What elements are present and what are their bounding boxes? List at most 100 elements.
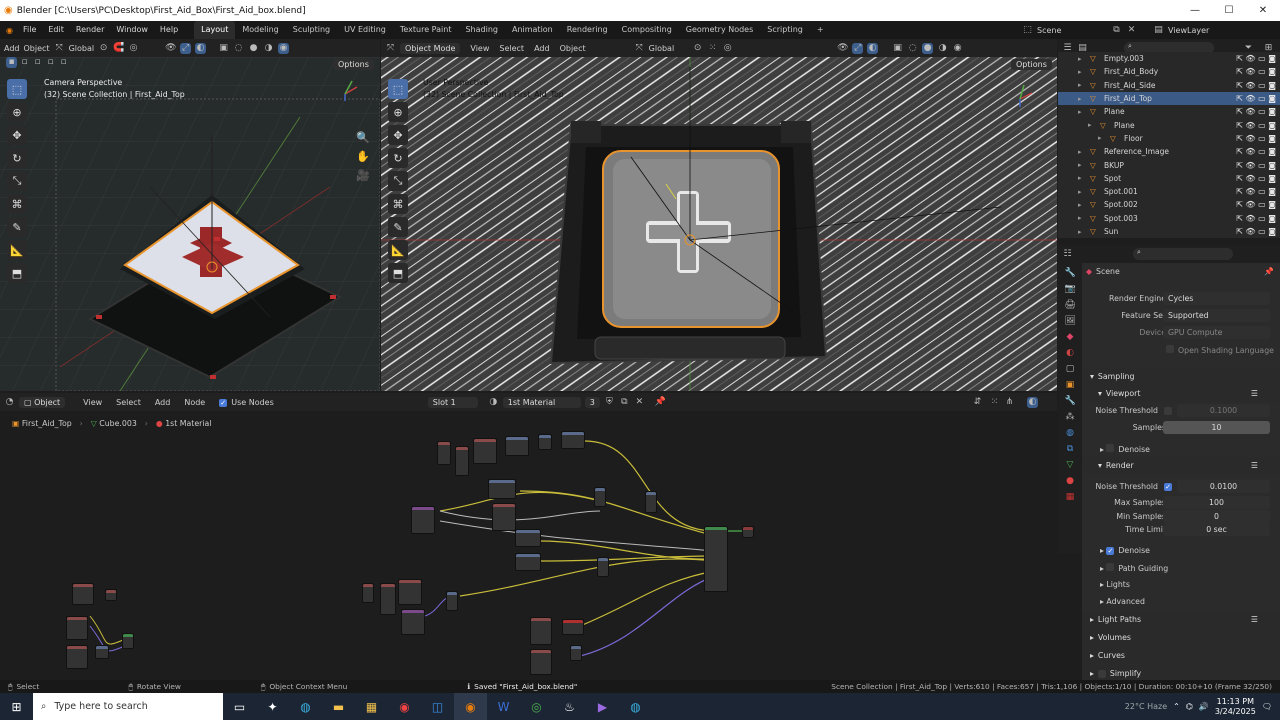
visibility-toggles[interactable]: ⇱ 👁 ▭ ◙ xyxy=(1236,67,1276,76)
node-overlay-toggle-icon[interactable]: ⇵ xyxy=(972,397,983,408)
expand-arrow-icon[interactable]: ▸ xyxy=(1078,188,1082,196)
render-tab-icon[interactable]: 📷 xyxy=(1065,284,1076,295)
move-tool-icon[interactable]: ✥ xyxy=(7,125,27,145)
menu-edit[interactable]: Edit xyxy=(42,21,70,39)
copy-scene-icon[interactable]: ⧉ xyxy=(1111,25,1122,36)
menu-window[interactable]: Window xyxy=(110,21,154,39)
node-mix-1[interactable] xyxy=(594,487,606,507)
copilot-icon[interactable]: ✦ xyxy=(256,693,289,720)
pivot-icon[interactable]: ⊙ xyxy=(98,43,109,54)
view-layer-tab-icon[interactable]: 🖼 xyxy=(1065,316,1076,327)
visibility-icon[interactable]: 👁 xyxy=(165,43,176,54)
node-material-output[interactable] xyxy=(742,526,754,538)
outliner-item[interactable]: ▸ ▽ Reference_Image ⇱ 👁 ▭ ◙ xyxy=(1058,145,1280,158)
outliner-item[interactable]: ▸ ▽ First_Aid_Top ⇱ 👁 ▭ ◙ xyxy=(1058,91,1280,106)
word-icon[interactable]: W xyxy=(487,693,520,720)
gizmo-icon[interactable]: ⤢ xyxy=(180,42,192,54)
r-noise-checkbox[interactable]: ✓ xyxy=(1164,482,1172,491)
object-tab-icon[interactable]: ▣ xyxy=(1065,380,1076,391)
pan-hand-icon[interactable]: ✋ xyxy=(356,151,370,162)
collection-tab-icon[interactable]: ▢ xyxy=(1065,364,1076,375)
minimize-button[interactable]: — xyxy=(1178,0,1212,21)
tab-shading[interactable]: Shading xyxy=(458,21,505,39)
world-tab-icon[interactable]: ◐ xyxy=(1065,348,1076,359)
right-add-menu[interactable]: Add xyxy=(534,44,550,53)
right-solid-icon[interactable]: ● xyxy=(922,42,934,54)
physics-tab-icon[interactable]: ◍ xyxy=(1065,428,1076,439)
blender-menu-icon[interactable]: ◉ xyxy=(6,26,13,35)
node-mix-6[interactable] xyxy=(95,645,109,659)
select-tool-icon[interactable]: ⬚ xyxy=(7,79,27,99)
scale-tool-icon[interactable]: ⤡ xyxy=(7,171,27,191)
data-tab-icon[interactable]: ▽ xyxy=(1065,460,1076,471)
right-options-button[interactable]: Options xyxy=(1011,59,1052,70)
node-ramp-5[interactable] xyxy=(562,619,584,635)
right-transform-tool-icon[interactable]: ⌘ xyxy=(388,194,408,214)
vp-samples-field[interactable]: 10 xyxy=(1163,421,1270,434)
outliner-item[interactable]: ▸ ▽ Empty.003 ⇱ 👁 ▭ ◙ xyxy=(1058,52,1280,65)
node-tex-9[interactable] xyxy=(66,616,88,640)
constraints-tab-icon[interactable]: ⧉ xyxy=(1065,444,1076,455)
outliner-item[interactable]: ▸ ▽ Plane ⇱ 👁 ▭ ◙ xyxy=(1058,105,1280,118)
osl-checkbox[interactable]: Open Shading Language xyxy=(1166,344,1274,355)
node-mix-2[interactable] xyxy=(645,491,657,513)
outliner-item[interactable]: ▸ ▽ BKUP ⇱ 👁 ▭ ◙ xyxy=(1058,158,1280,171)
use-nodes-checkbox[interactable]: ✓ Use Nodes xyxy=(219,398,274,407)
visibility-toggles[interactable]: ⇱ 👁 ▭ ◙ xyxy=(1236,134,1276,143)
fake-user-icon[interactable]: ⛨ xyxy=(604,397,615,408)
material-name-field[interactable]: 1st Material xyxy=(502,396,581,408)
add-cube-tool-icon[interactable]: ⬒ xyxy=(7,263,27,283)
right-move-tool-icon[interactable]: ✥ xyxy=(388,125,408,145)
expand-arrow-icon[interactable]: ▸ xyxy=(1078,81,1082,89)
edge-dev-icon[interactable]: ◍ xyxy=(619,693,652,720)
tab-texture-paint[interactable]: Texture Paint xyxy=(393,21,459,39)
outliner-item[interactable]: ▸ ▽ Spot ⇱ 👁 ▭ ◙ xyxy=(1058,172,1280,185)
right-cursor-tool-icon[interactable]: ⊕ xyxy=(388,102,408,122)
scene-name[interactable]: Scene xyxy=(1037,26,1107,35)
right-pivot-icon[interactable]: ⊙ xyxy=(692,43,703,54)
node-pin-icon[interactable]: 📌 xyxy=(655,397,666,408)
left-object-menu[interactable]: Object xyxy=(24,44,50,53)
expand-arrow-icon[interactable]: ▸ xyxy=(1078,68,1082,76)
close-button[interactable]: ✕ xyxy=(1246,0,1280,21)
network-icon[interactable]: ⌬ xyxy=(1186,702,1193,711)
node-editor-type-icon[interactable]: ◔ xyxy=(4,397,15,408)
outlook-icon[interactable]: ◫ xyxy=(421,693,454,720)
expand-arrow-icon[interactable]: ▸ xyxy=(1078,55,1082,63)
expand-arrow-icon[interactable]: ▸ xyxy=(1078,161,1082,169)
node-coord[interactable] xyxy=(362,583,374,603)
time-limit-field[interactable]: 0 sec xyxy=(1163,523,1270,536)
material-users-count[interactable]: 3 xyxy=(584,396,600,408)
expand-arrow-icon[interactable]: ▸ xyxy=(1078,228,1082,236)
node-view-menu[interactable]: View xyxy=(83,398,102,407)
expand-arrow-icon[interactable]: ▸ xyxy=(1078,148,1082,156)
camera-view-icon[interactable]: 🎥 xyxy=(356,170,370,181)
scene-tab-icon[interactable]: ◆ xyxy=(1065,332,1076,343)
node-value[interactable] xyxy=(105,589,117,601)
cursor-tool-icon[interactable]: ⊕ xyxy=(7,102,27,122)
overlay-icon[interactable]: ◐ xyxy=(195,42,207,54)
expand-arrow-icon[interactable]: ▸ xyxy=(1078,174,1082,182)
left-add-menu[interactable]: Add xyxy=(4,44,20,53)
expand-arrow-icon[interactable]: ▸ xyxy=(1088,121,1092,129)
outliner-item[interactable]: ▸ ▽ First_Aid_Side ⇱ 👁 ▭ ◙ xyxy=(1058,79,1280,92)
sampling-section[interactable]: ▾ Sampling xyxy=(1082,368,1280,385)
expand-arrow-icon[interactable]: ▸ xyxy=(1078,214,1082,222)
min-samples-field[interactable]: 0 xyxy=(1163,510,1270,523)
visibility-toggles[interactable]: ⇱ 👁 ▭ ◙ xyxy=(1236,107,1276,116)
node-editor-canvas[interactable]: ▣ First_Aid_Top › ▽ Cube.003 › ● 1st Mat… xyxy=(0,411,1057,680)
tab-modeling[interactable]: Modeling xyxy=(235,21,285,39)
zoom-icon[interactable]: 🔍 xyxy=(356,132,370,143)
right-snap-icon[interactable]: ⁙ xyxy=(707,43,718,54)
advanced-row[interactable]: ▸ Advanced xyxy=(1082,593,1280,610)
windows-start-icon[interactable]: ⊞ xyxy=(0,693,33,720)
node-mapping[interactable] xyxy=(411,506,435,534)
node-overlay-icon[interactable]: ◐ xyxy=(1027,396,1038,408)
render-subsection[interactable]: ▾ Render ☰ xyxy=(1082,457,1280,474)
right-rotate-tool-icon[interactable]: ↻ xyxy=(388,148,408,168)
max-samples-field[interactable]: 100 xyxy=(1163,496,1270,509)
outliner-item[interactable]: ▸ ▽ Plane ⇱ 👁 ▭ ◙ xyxy=(1058,118,1280,131)
expand-arrow-icon[interactable]: ▸ xyxy=(1078,108,1082,116)
visual-studio-icon[interactable]: ▶ xyxy=(586,693,619,720)
outliner-item[interactable]: ▸ ▽ Spot.003 ⇱ 👁 ▭ ◙ xyxy=(1058,212,1280,225)
